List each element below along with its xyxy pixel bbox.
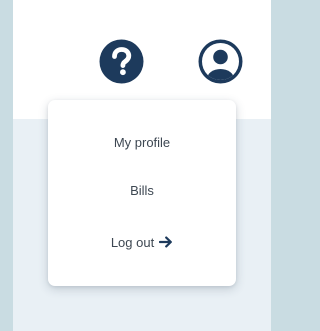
account-dropdown-menu: My profile Bills Log out <box>48 100 236 286</box>
menu-item-bills[interactable]: Bills <box>48 175 236 205</box>
arrow-right-icon <box>159 236 173 248</box>
help-button[interactable] <box>98 38 145 85</box>
menu-item-label: My profile <box>113 134 171 150</box>
menu-item-my-profile[interactable]: My profile <box>48 127 236 157</box>
menu-item-log-out[interactable]: Log out <box>48 227 236 257</box>
user-avatar-icon <box>198 39 243 84</box>
menu-item-label: Log out <box>110 234 155 250</box>
question-circle-icon <box>99 39 144 84</box>
menu-item-label: Bills <box>130 182 154 198</box>
account-button[interactable] <box>197 38 244 85</box>
app-frame: My profile Bills Log out <box>13 0 271 331</box>
